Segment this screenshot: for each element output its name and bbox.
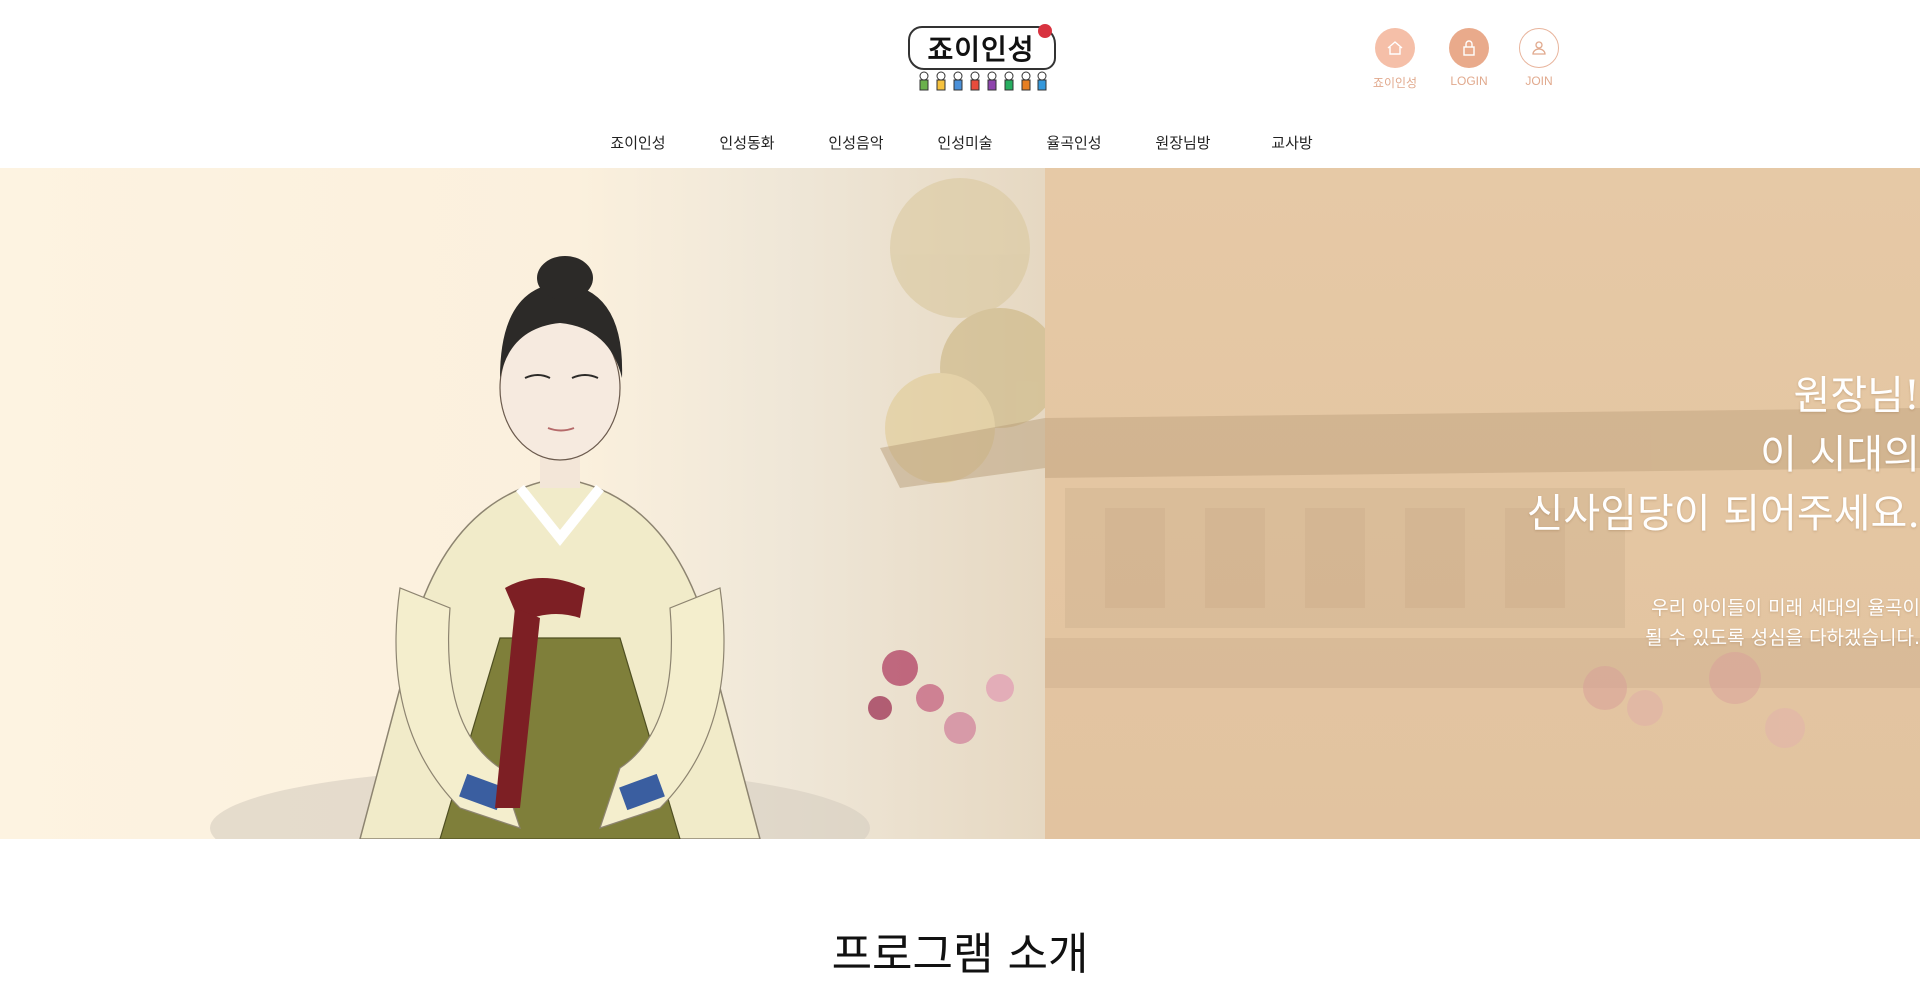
nav-item-yulgok[interactable]: 율곡인성 xyxy=(1046,132,1101,153)
util-login-label: LOGIN xyxy=(1450,74,1488,88)
nav-item-story[interactable]: 인성동화 xyxy=(719,132,774,153)
hero-illustration xyxy=(210,178,1060,839)
nav-item-music[interactable]: 인성음악 xyxy=(828,132,883,153)
nav-item-art[interactable]: 인성미술 xyxy=(937,132,992,153)
user-icon xyxy=(1519,28,1559,68)
nav-item-director-room[interactable]: 원장님방 xyxy=(1155,132,1210,153)
util-join-link[interactable]: JOIN xyxy=(1502,28,1576,98)
hero-left-panel xyxy=(0,168,1060,839)
nav-item-teacher-room[interactable]: 교사방 xyxy=(1271,132,1312,153)
home-icon xyxy=(1375,28,1415,68)
util-join-label: JOIN xyxy=(1525,74,1553,88)
hero-headline-line-1: 원장님! xyxy=(1793,373,1920,419)
hero-subtext-line-2: 될 수 있도록 성심을 다하겠습니다. xyxy=(1645,627,1920,649)
site-header: 죠이인성 죠이인성 LOGIN JOIN 죠이인성 인성동화 인성음악 인성미술… xyxy=(0,0,1920,168)
logo-text: 죠이인성 xyxy=(927,33,1035,66)
section-title-programs: 프로그램 소개 xyxy=(831,929,1089,980)
main-nav: 죠이인성 인성동화 인성음악 인성미술 율곡인성 원장님방 교사방 xyxy=(0,132,1920,156)
logo-seal xyxy=(1038,24,1052,38)
util-login-link[interactable]: LOGIN xyxy=(1432,28,1506,98)
brand-logo[interactable]: 죠이인성 xyxy=(906,22,1056,96)
nav-item-joyinsung[interactable]: 죠이인성 xyxy=(610,132,665,153)
hero-banner: 원장님! 이 시대의 신사임당이 되어주세요. 우리 아이들이 미래 세대의 율… xyxy=(0,168,1920,839)
logo-kids-illustration xyxy=(919,71,1047,91)
hero-subtext-line-1: 우리 아이들이 미래 세대의 율곡이 xyxy=(1651,597,1920,619)
lock-icon xyxy=(1449,28,1489,68)
util-home-label: 죠이인성 xyxy=(1372,76,1418,90)
hero-headline-line-2: 이 시대의 xyxy=(1760,432,1920,478)
util-home-link[interactable]: 죠이인성 xyxy=(1358,28,1432,98)
hero-headline-line-3: 신사임당이 되어주세요. xyxy=(1526,491,1920,537)
